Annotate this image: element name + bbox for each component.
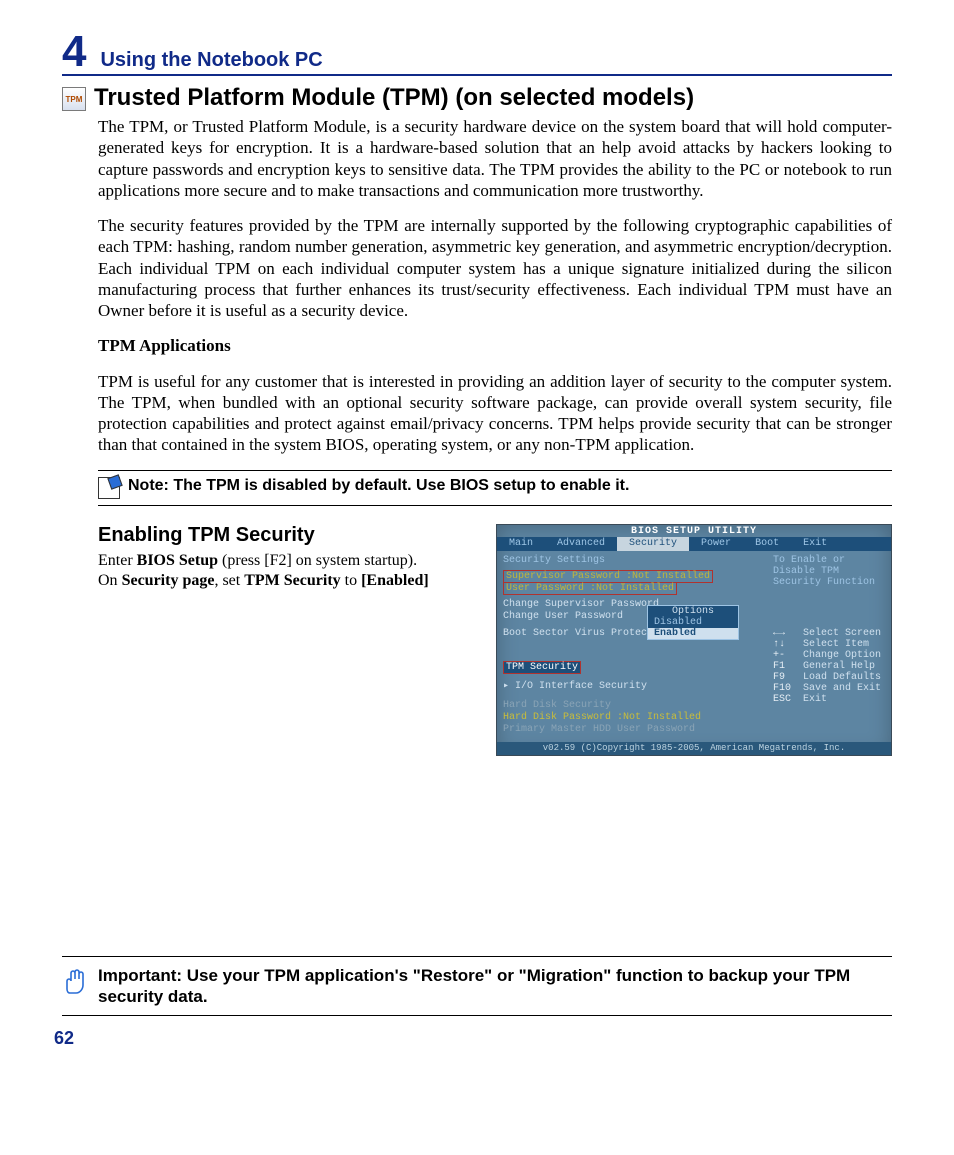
- bios-options-popup: Options Disabled Enabled: [647, 605, 739, 640]
- bios-key-list: ←→Select Screen ↑↓Select Item +-Change O…: [773, 628, 885, 705]
- bios-supervisor-pw: Supervisor Password :Not Installed: [503, 570, 713, 583]
- bios-item: Hard Disk Password :Not Installed: [503, 712, 778, 723]
- section-title: Trusted Platform Module (TPM) (on select…: [94, 84, 694, 112]
- bios-user-pw: User Password :Not Installed: [503, 583, 677, 595]
- body-paragraph: TPM is useful for any customer that is i…: [98, 371, 892, 456]
- body-paragraph: The TPM, or Trusted Platform Module, is …: [98, 116, 892, 201]
- bios-footer: v02.59 (C)Copyright 1985-2005, American …: [497, 742, 891, 755]
- bios-tabs: Main Advanced Security Power Boot Exit: [497, 537, 891, 551]
- popup-option-enabled: Enabled: [648, 628, 738, 639]
- body-paragraph: The security features provided by the TP…: [98, 215, 892, 321]
- bios-panel-title: Security Settings: [503, 555, 778, 566]
- instruction-line: Enter BIOS Setup (press [F2] on system s…: [98, 551, 478, 593]
- page-number: 62: [54, 1028, 892, 1049]
- note-callout: Note: The TPM is disabled by default. Us…: [98, 470, 892, 506]
- bios-title: BIOS SETUP UTILITY: [497, 526, 891, 537]
- chapter-number: 4: [62, 30, 86, 74]
- bios-tab: Exit: [791, 537, 839, 551]
- tpm-icon: TPM: [62, 87, 86, 111]
- note-icon: [98, 477, 120, 499]
- bios-tab-active: Security: [617, 537, 689, 551]
- popup-option-disabled: Disabled: [648, 617, 738, 628]
- bios-item: Primary Master HDD User Password: [503, 724, 778, 735]
- bios-help-text: To Enable or Disable TPM Security Functi…: [773, 555, 885, 588]
- chapter-title: Using the Notebook PC: [100, 49, 322, 72]
- popup-header: Options: [648, 606, 738, 617]
- hand-icon: [62, 965, 88, 1000]
- bios-item: Hard Disk Security: [503, 700, 778, 711]
- bios-screenshot: BIOS SETUP UTILITY Main Advanced Securit…: [496, 524, 892, 756]
- bios-tab: Advanced: [545, 537, 617, 551]
- bios-tab: Main: [497, 537, 545, 551]
- bios-tab: Boot: [743, 537, 791, 551]
- bios-tpm-security-selected: TPM Security: [503, 661, 581, 674]
- important-text: Important: Use your TPM application's "R…: [98, 965, 892, 1008]
- subheading-tpm-apps: TPM Applications: [98, 335, 892, 356]
- note-text: Note: The TPM is disabled by default. Us…: [128, 477, 629, 495]
- chapter-header: 4 Using the Notebook PC: [62, 30, 892, 76]
- bios-item: ▸ I/O Interface Security: [503, 680, 778, 692]
- important-callout: Important: Use your TPM application's "R…: [62, 956, 892, 1017]
- subheading-enable-tpm: Enabling TPM Security: [98, 524, 478, 547]
- bios-tab: Power: [689, 537, 743, 551]
